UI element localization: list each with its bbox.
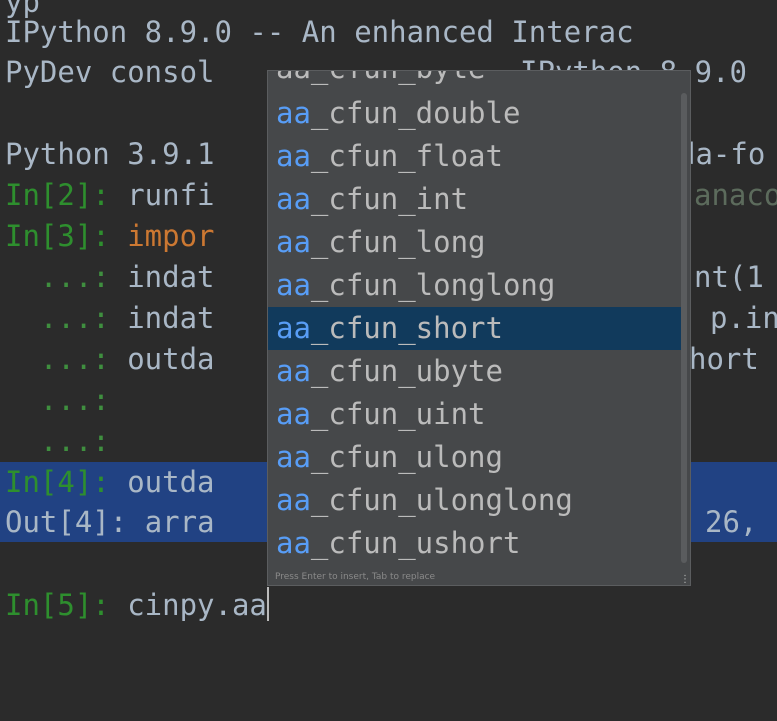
completion-item[interactable]: aa_cfun_float [268, 135, 686, 178]
completion-item[interactable]: aa_cfun_longlong [268, 264, 686, 307]
completion-item[interactable]: aa_cfun_ubyte [268, 350, 686, 393]
completion-item-match: aa [276, 268, 311, 302]
console-continuation-3: ...: outda hort [5, 342, 759, 376]
console-line-ipython-version: IPython 8.9.0 -- An enhanced Interac [5, 15, 634, 49]
completion-item-label: _cfun_long [310, 225, 486, 259]
completion-item[interactable]: aa_cfun_double [268, 92, 686, 135]
completion-item-match: aa [276, 483, 311, 517]
completion-item-match: aa [276, 311, 311, 345]
completion-item[interactable]: aa_cfun_short [268, 307, 686, 350]
text-cursor [266, 587, 269, 621]
console-continuation-1: ...: indat nt(1 [5, 260, 764, 294]
completion-item[interactable]: aa_cfun_uint [268, 393, 686, 436]
console-output-4: Out[4]: arra 26, [5, 505, 758, 539]
completion-scrollbar[interactable] [681, 93, 687, 563]
completion-item-label: _cfun_uint [310, 397, 486, 431]
completion-item-match: aa [276, 139, 311, 173]
console-input-2: In[2]: runfi anaco [5, 178, 777, 212]
completion-hint: Press Enter to insert, Tab to replace [275, 572, 436, 582]
console-input-5[interactable]: In[5]: cinpy.aa [5, 585, 269, 625]
completion-item-partial[interactable]: aa_cfun_byte [268, 71, 686, 90]
completion-item-match: aa [276, 96, 311, 130]
completion-item-match: aa [276, 440, 311, 474]
completion-item[interactable]: aa_cfun_ulong [268, 436, 686, 479]
completion-item-label: _cfun_ulong [310, 440, 503, 474]
completion-item-label: _cfun_short [310, 311, 503, 345]
completion-item[interactable]: aa_cfun_int [268, 178, 686, 221]
completion-item-match: aa [276, 354, 311, 388]
console-line-pydev: PyDev consolIPython 8.9.0 [5, 55, 747, 89]
completion-item-label: _cfun_ushort [310, 526, 521, 560]
completion-item-match: aa [276, 225, 311, 259]
console-input-3: In[3]: impor [5, 219, 215, 253]
completion-item-label: _cfun_int [310, 182, 469, 216]
completion-item-label: _cfun_longlong [310, 268, 556, 302]
completion-item-label: _cfun_ubyte [310, 354, 503, 388]
console-input-4: In[4]: outda [5, 465, 215, 499]
completion-item-match: aa [276, 397, 311, 431]
completion-item-label: _cfun_ulonglong [310, 483, 573, 517]
completion-popup[interactable]: aa_cfun_byte aa_cfun_doubleaa_cfun_float… [267, 70, 691, 586]
completion-item-match: aa [276, 182, 311, 216]
completion-item[interactable]: aa_cfun_long [268, 221, 686, 264]
console-continuation-2: ...: indat p.in [5, 301, 777, 335]
completion-item-label: _cfun_double [310, 96, 521, 130]
console-continuation-4: ...: [5, 383, 110, 417]
more-options-icon[interactable]: ⋮ [680, 575, 690, 585]
completion-item[interactable]: aa_cfun_ulonglong [268, 479, 686, 522]
console-line-python-version: Python 3.9.1 da-fo [5, 137, 766, 171]
console-continuation-5: ...: [5, 424, 110, 458]
completion-item-match: aa [276, 526, 311, 560]
completion-item[interactable]: aa_cfun_ushort [268, 522, 686, 565]
completion-item-label: _cfun_float [310, 139, 503, 173]
